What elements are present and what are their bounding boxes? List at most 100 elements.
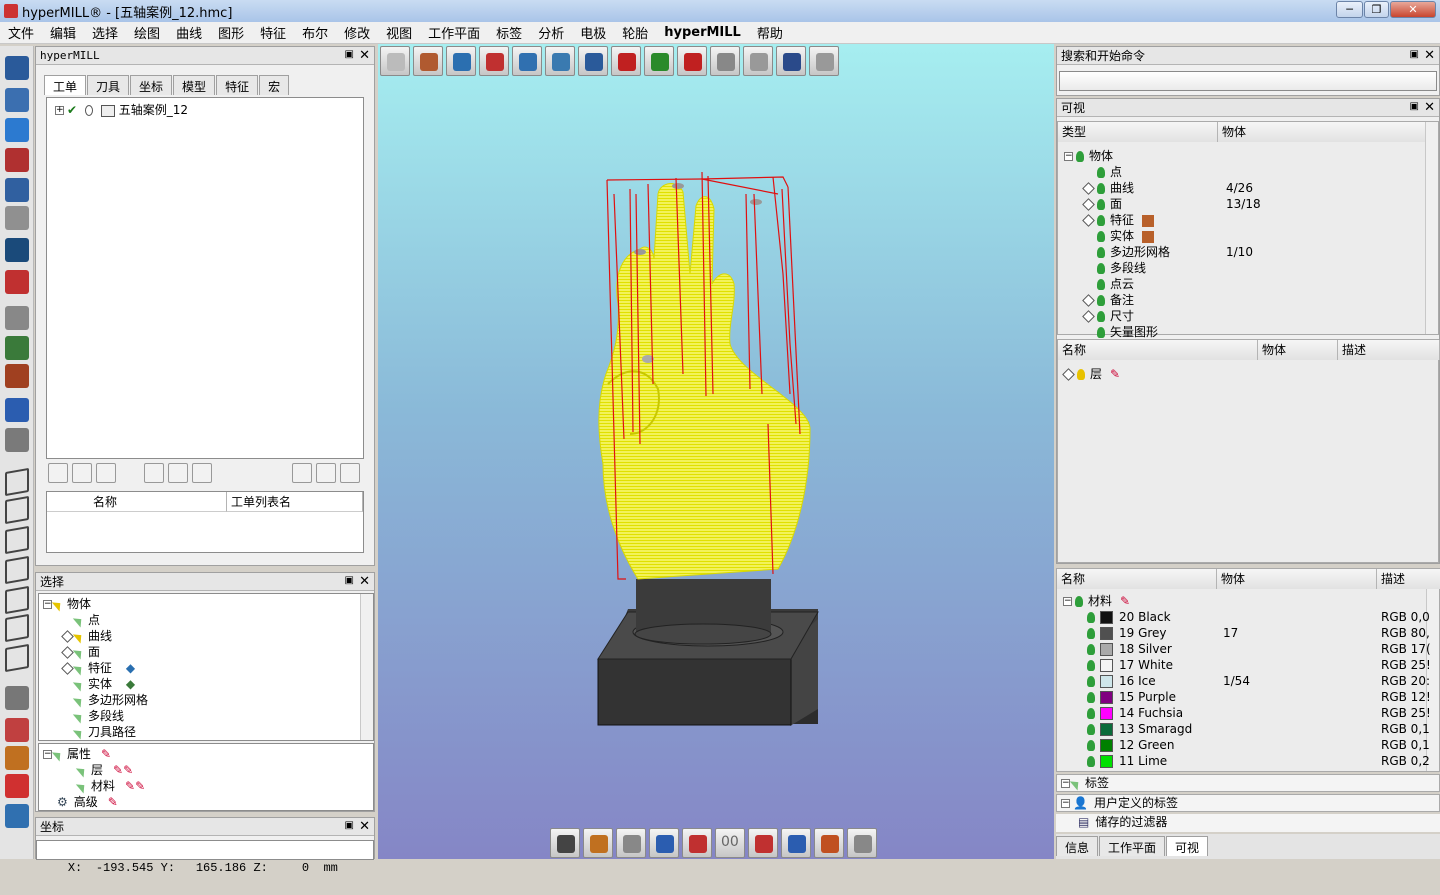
props-layer[interactable]: 层 ✎✎ — [75, 762, 133, 778]
model-icon[interactable] — [5, 270, 29, 294]
menu-item[interactable]: 布尔 — [294, 23, 336, 42]
layer-root[interactable]: 层 ✎ — [1062, 366, 1120, 382]
tab-1[interactable]: 刀具 — [87, 75, 130, 95]
vis-row[interactable]: 曲线 4/26 — [1082, 180, 1424, 196]
menu-item[interactable]: 特征 — [252, 23, 294, 42]
cut-icon[interactable] — [5, 206, 29, 230]
close-button[interactable]: ✕ — [1390, 1, 1436, 18]
col-name[interactable]: 名称 — [1058, 340, 1258, 360]
menu-item[interactable]: 轮胎 — [614, 23, 656, 42]
list-icon[interactable] — [5, 56, 29, 80]
minimize-button[interactable]: ─ — [1336, 1, 1363, 18]
menu-item[interactable]: 工作平面 — [420, 23, 488, 42]
col-joblist[interactable]: 工单列表名 — [227, 492, 363, 512]
pin-tool-icon[interactable] — [5, 804, 29, 828]
menu-item[interactable]: 视图 — [378, 23, 420, 42]
material-row[interactable]: 18 Silver RGB 17( — [1087, 641, 1431, 657]
cube-shade-icon[interactable] — [5, 525, 29, 555]
material-row[interactable]: 19 Grey 17 RGB 80, — [1087, 625, 1430, 641]
sel-item[interactable]: 多段线 — [63, 708, 124, 724]
undo-icon[interactable] — [5, 178, 29, 202]
scrollbar[interactable] — [1425, 122, 1438, 334]
viewport-3d[interactable]: 00 — [378, 44, 1054, 859]
pin-icon[interactable]: ▣ — [345, 49, 354, 60]
brush-icon[interactable] — [649, 828, 679, 858]
menu-item[interactable]: 帮助 — [749, 23, 791, 42]
bottom-tab-1[interactable]: 工作平面 — [1099, 836, 1166, 856]
grid-icon[interactable] — [5, 336, 29, 360]
col-type[interactable]: 类型 — [1058, 122, 1218, 142]
material-row[interactable]: 12 Green RGB 0,1 — [1087, 737, 1430, 753]
bottom-tab-0[interactable]: 信息 — [1056, 836, 1099, 856]
sel-item[interactable]: 特征 ◆ — [61, 660, 135, 676]
tool-icon[interactable] — [5, 88, 29, 112]
tab-5[interactable]: 宏 — [259, 75, 290, 95]
robot-icon[interactable] — [5, 364, 29, 388]
material-row[interactable]: 20 Black RGB 0,0 — [1087, 609, 1430, 625]
surface-icon[interactable] — [5, 238, 29, 262]
props-root[interactable]: − 属性 ✎ — [43, 746, 111, 762]
expand-icon[interactable]: + — [55, 106, 64, 115]
feature-icon[interactable] — [5, 148, 29, 172]
sel-item[interactable]: 点 — [63, 612, 100, 628]
tab-0[interactable]: 工单 — [44, 75, 87, 95]
col-object[interactable]: 物体 — [1217, 569, 1377, 589]
vis-row[interactable]: 点云 — [1084, 276, 1424, 292]
material-row[interactable]: 17 White RGB 25! — [1087, 657, 1431, 673]
sel-item[interactable]: 刀具路径 — [63, 724, 136, 740]
close-icon[interactable]: ✕ — [359, 48, 370, 63]
close-icon[interactable]: ✕ — [359, 574, 370, 589]
tab-4[interactable]: 特征 — [216, 75, 259, 95]
vis-row[interactable]: 面 13/18 — [1082, 196, 1424, 212]
report-icon[interactable] — [340, 463, 360, 483]
props-advanced[interactable]: ⚙ 高级 ✎ — [57, 794, 118, 810]
sel-item[interactable]: 面 — [61, 644, 100, 660]
material-icon[interactable] — [583, 828, 613, 858]
props-material[interactable]: 材料 ✎✎ — [75, 778, 145, 794]
sphere-icon[interactable] — [847, 828, 877, 858]
vis-row[interactable]: 点 — [1084, 164, 1424, 180]
menu-item[interactable]: 选择 — [84, 23, 126, 42]
export-icon[interactable] — [168, 463, 188, 483]
tags-row[interactable]: − 标签 — [1056, 774, 1440, 792]
menu-item[interactable]: 电极 — [572, 23, 614, 42]
paint-icon[interactable] — [5, 746, 29, 770]
shade-icon[interactable] — [550, 828, 580, 858]
pick-icon[interactable] — [748, 828, 778, 858]
vis-root[interactable]: − 物体 — [1064, 148, 1113, 164]
menu-item[interactable]: 图形 — [210, 23, 252, 42]
color-icon[interactable] — [5, 774, 29, 798]
job-item[interactable]: + ✔ 五轴案例_12 — [55, 102, 188, 118]
scrollbar[interactable] — [360, 594, 373, 740]
delete-icon[interactable] — [72, 463, 92, 483]
calc-icon[interactable] — [144, 463, 164, 483]
coordinate-icon[interactable] — [5, 118, 29, 142]
menu-item[interactable]: hyperMILL — [656, 25, 749, 40]
menu-item[interactable]: 文件 — [0, 23, 42, 42]
vis-row[interactable]: 多段线 — [1084, 260, 1424, 276]
sel-item[interactable]: 曲线 — [61, 628, 112, 644]
cube-wire-icon[interactable] — [5, 467, 29, 497]
pin-icon[interactable]: ▣ — [345, 575, 354, 586]
restore-button[interactable]: ❐ — [1364, 1, 1389, 18]
col-object[interactable]: 物体 — [1258, 340, 1338, 360]
sel-item[interactable]: 实体 ◆ — [63, 676, 135, 692]
pin-icon[interactable]: ▣ — [1410, 101, 1419, 112]
axis-icon[interactable] — [781, 828, 811, 858]
close-icon[interactable]: ✕ — [359, 819, 370, 834]
vis-row[interactable]: 多边形网格 1/10 — [1084, 244, 1424, 260]
image-icon[interactable] — [316, 463, 336, 483]
col-desc[interactable]: 描述 — [1338, 340, 1440, 360]
pin-icon[interactable]: ▣ — [1410, 49, 1419, 60]
material-row[interactable]: 15 Purple RGB 12! — [1087, 689, 1431, 705]
col-name[interactable]: 名称 — [1057, 569, 1217, 589]
vis-row[interactable]: 矢量图形 — [1084, 324, 1424, 340]
search-input[interactable] — [1059, 71, 1437, 91]
edit-icon[interactable] — [96, 463, 116, 483]
cube-axes-icon[interactable] — [5, 613, 29, 643]
material-row[interactable]: 16 Ice 1/54 RGB 20: — [1087, 673, 1430, 689]
help-icon[interactable] — [5, 398, 29, 422]
menu-item[interactable]: 分析 — [530, 23, 572, 42]
pen-icon[interactable] — [5, 306, 29, 330]
pin-icon[interactable]: ▣ — [345, 820, 354, 831]
